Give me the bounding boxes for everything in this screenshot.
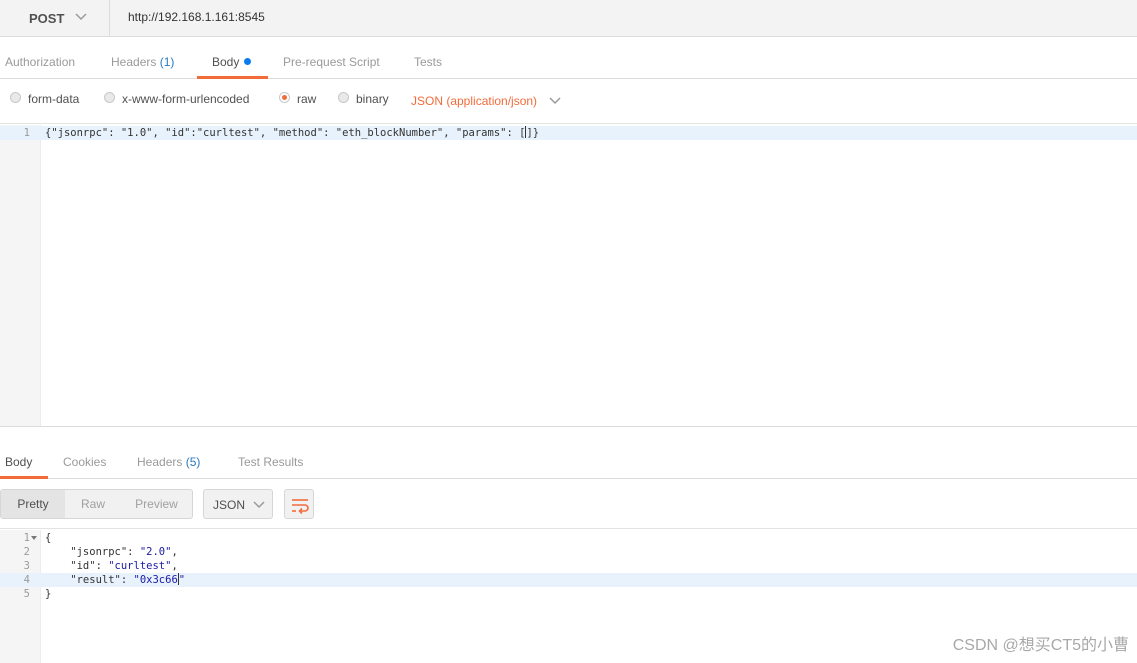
code-text: "id": "curltest", (45, 560, 178, 572)
radio-raw[interactable]: raw (279, 91, 317, 106)
tab-label: Body (212, 55, 240, 69)
code-line: 3 "id": "curltest", (0, 559, 1137, 573)
tab-label: Headers (111, 55, 157, 69)
line-number: 2 (23, 546, 30, 558)
code-text: } (45, 588, 52, 600)
chevron-down-icon (75, 13, 87, 21)
request-tabs: Authorization Headers (1) Body Pre-reque… (0, 38, 1137, 79)
tab-label: Authorization (5, 55, 76, 69)
radio-label: binary (356, 92, 389, 106)
tab-label: Pre-request Script (283, 55, 380, 69)
preview-button[interactable]: Preview (121, 490, 192, 518)
radio-button-icon[interactable] (10, 91, 21, 103)
tab-count: (5) (185, 455, 201, 469)
code-text: "result": "0x3c66" (45, 573, 186, 586)
method-label: POST (29, 11, 65, 26)
line-number: 3 (23, 560, 30, 572)
tab-response-body[interactable]: Body (5, 455, 32, 469)
radio-label: raw (297, 92, 317, 106)
tab-body[interactable]: Body (212, 55, 252, 69)
raw-button[interactable]: Raw (65, 490, 121, 518)
tab-label: Test Results (238, 455, 304, 469)
code-text: {"jsonrpc": "1.0", "id":"curltest", "met… (45, 126, 540, 139)
tab-tests[interactable]: Tests (414, 55, 442, 69)
format-dropdown[interactable]: JSON (203, 489, 273, 519)
code-line: 4 "result": "0x3c66" (0, 573, 1137, 587)
body-type-options: form-data x-www-form-urlencoded raw bina… (0, 80, 1137, 124)
response-tabs: Body Cookies Headers (5) Test Results (0, 438, 1137, 479)
radio-button-icon[interactable] (338, 91, 349, 103)
radio-button-icon[interactable] (104, 91, 115, 103)
url-bar: POST (0, 0, 1137, 37)
radio-label: x-www-form-urlencoded (122, 92, 250, 106)
tab-pre-request-script[interactable]: Pre-request Script (283, 55, 380, 69)
code-text: "jsonrpc": "2.0", (45, 546, 178, 558)
tab-headers[interactable]: Headers (1) (111, 55, 174, 69)
code-line: 1 { (0, 531, 1137, 545)
line-number: 1 (23, 532, 30, 544)
tab-label: Headers (137, 455, 183, 469)
watermark: CSDN @想买CT5的小曹 (952, 637, 1129, 654)
chevron-down-icon (253, 501, 265, 509)
wrap-lines-button[interactable] (284, 489, 314, 519)
code-line: 5 } (0, 587, 1137, 601)
format-label: JSON (213, 498, 246, 512)
active-tab-indicator (197, 76, 268, 79)
pretty-button[interactable]: Pretty (1, 490, 65, 518)
radio-button-selected-icon[interactable] (279, 91, 290, 103)
tab-label: Tests (414, 55, 443, 69)
tab-test-results[interactable]: Test Results (238, 455, 303, 469)
line-number: 5 (23, 588, 30, 600)
radio-label: form-data (28, 92, 80, 106)
chevron-down-icon[interactable] (548, 94, 562, 108)
radio-urlencoded[interactable]: x-www-form-urlencoded (104, 91, 250, 106)
line-number-gutter (0, 125, 41, 426)
url-input[interactable] (128, 10, 928, 24)
pane-divider[interactable] (0, 426, 1137, 438)
radio-binary[interactable]: binary (338, 91, 389, 106)
tab-count: (1) (159, 55, 175, 69)
line-number: 4 (23, 574, 30, 586)
view-mode-segmented: Pretty Raw Preview (0, 489, 193, 519)
tab-label: Body (5, 455, 33, 469)
method-dropdown[interactable]: POST (0, 0, 110, 37)
code-line: 2 "jsonrpc": "2.0", (0, 545, 1137, 559)
fold-arrow-icon[interactable] (31, 536, 37, 540)
wrap-text-icon (292, 499, 309, 515)
line-number: 1 (23, 127, 30, 139)
tab-cookies[interactable]: Cookies (63, 455, 106, 469)
request-body-editor[interactable]: 1 {"jsonrpc": "1.0", "id":"curltest", "m… (0, 125, 1137, 426)
code-line: 1 {"jsonrpc": "1.0", "id":"curltest", "m… (0, 126, 1137, 140)
radio-form-data[interactable]: form-data (10, 91, 80, 106)
response-toolbar: Pretty Raw Preview JSON (0, 479, 1137, 529)
tab-authorization[interactable]: Authorization (5, 55, 75, 69)
tab-label: Cookies (63, 455, 107, 469)
tab-response-headers[interactable]: Headers (5) (137, 455, 200, 469)
code-text: { (45, 532, 52, 544)
content-type-dropdown[interactable]: JSON (application/json) (411, 94, 537, 108)
modified-dot-icon (244, 58, 252, 65)
